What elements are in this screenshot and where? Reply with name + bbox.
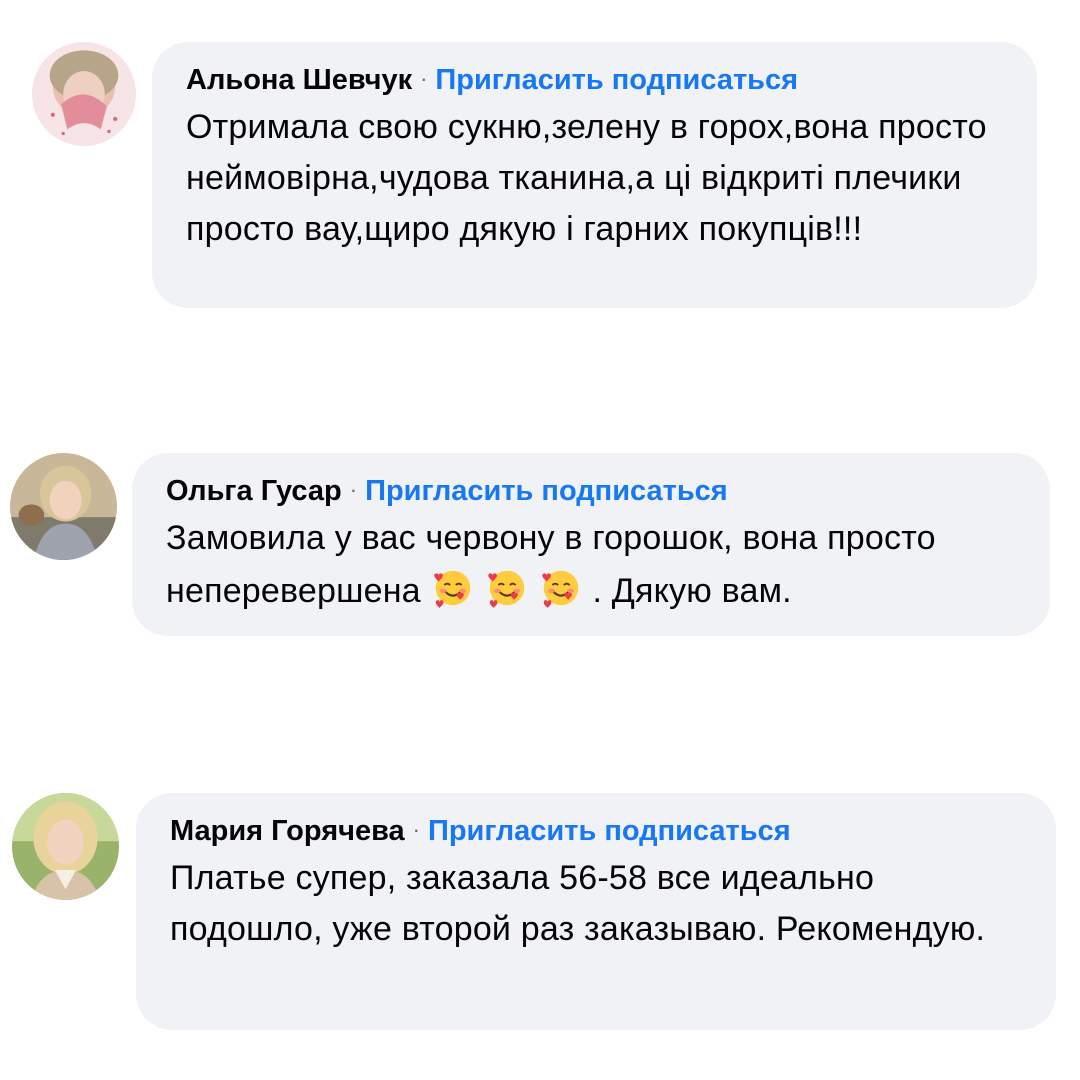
separator-dot: · bbox=[349, 477, 358, 502]
avatar[interactable] bbox=[12, 793, 119, 900]
comment-text: Платье супер, заказала 56-58 все идеальн… bbox=[170, 859, 986, 948]
comment-bubble: Мария Горячева · Пригласить подписаться Пл… bbox=[136, 793, 1056, 1030]
comment-author[interactable]: Альона Шевчук bbox=[186, 64, 412, 96]
comment-text-tail: . Дякую вам. bbox=[592, 572, 792, 610]
comment-bubble: Ольга Гусар · Пригласить подписаться Замов… bbox=[132, 453, 1050, 636]
comment-bubble: Альона Шевчук · Пригласить подписаться Отр… bbox=[152, 42, 1037, 308]
smiling-face-with-hearts-icon bbox=[488, 570, 525, 609]
avatar[interactable] bbox=[32, 42, 136, 146]
comments-page: Альона Шевчук · Пригласить подписаться Отр… bbox=[0, 0, 1080, 1080]
separator-dot: · bbox=[412, 817, 420, 842]
emoji-group bbox=[430, 570, 592, 610]
comment-header: Ольга Гусар · Пригласить подписаться bbox=[166, 471, 1016, 513]
smiling-face-with-hearts-icon bbox=[542, 570, 579, 609]
invite-follow-link[interactable]: Пригласить подписаться bbox=[365, 475, 728, 507]
invite-follow-link[interactable]: Пригласить подписаться bbox=[428, 815, 791, 847]
avatar[interactable] bbox=[10, 453, 117, 560]
comment-header: Альона Шевчук · Пригласить подписаться bbox=[186, 60, 1003, 102]
comment-text: Замовила у вас червону в горошок, вона п… bbox=[166, 513, 1016, 617]
invite-follow-link[interactable]: Пригласить подписаться bbox=[435, 64, 798, 96]
comment-header: Мария Горячева · Пригласить подписаться bbox=[170, 811, 1022, 853]
avatar-image bbox=[32, 42, 136, 146]
avatar-image bbox=[10, 453, 117, 560]
comment-text: Отримала свою сукню,зелену в горох,вона … bbox=[186, 108, 987, 248]
avatar-image bbox=[12, 793, 119, 900]
comment-author[interactable]: Ольга Гусар bbox=[166, 475, 342, 507]
comment-author[interactable]: Мария Горячева bbox=[170, 815, 405, 847]
smiling-face-with-hearts-icon bbox=[434, 570, 471, 609]
separator-dot: · bbox=[420, 66, 428, 91]
